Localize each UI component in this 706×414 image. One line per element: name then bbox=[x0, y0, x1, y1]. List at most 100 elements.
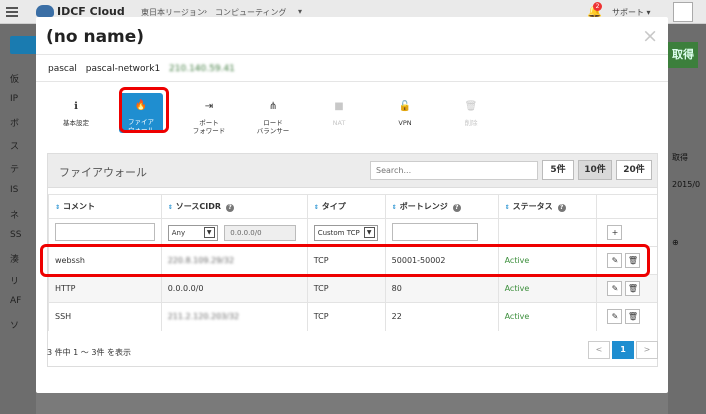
comment-input[interactable] bbox=[55, 222, 155, 241]
tool-nat: ■ NAT bbox=[314, 97, 364, 128]
stop-icon: ■ bbox=[334, 101, 344, 112]
cell-status: Active bbox=[497, 274, 597, 303]
sort-icon: ⇕ bbox=[391, 204, 397, 211]
cloud-logo-icon bbox=[36, 5, 54, 17]
info-icon: ℹ bbox=[74, 101, 78, 112]
column-actions bbox=[596, 194, 657, 219]
page-size-20[interactable]: 20件 bbox=[616, 160, 652, 180]
cell-type: TCP bbox=[306, 274, 386, 303]
cell-comment: SSH bbox=[48, 302, 162, 331]
page-size-5[interactable]: 5件 bbox=[542, 160, 574, 180]
sort-icon: ⇕ bbox=[55, 204, 61, 211]
cell-status: Active bbox=[497, 302, 597, 331]
tool-basic-settings[interactable]: ℹ 基本設定 bbox=[51, 97, 101, 128]
help-icon[interactable]: ? bbox=[226, 204, 234, 212]
type-select[interactable]: Custom TCP ▼ bbox=[313, 224, 378, 241]
tool-delete: 🗑 削除 bbox=[446, 97, 496, 128]
sidebar-item[interactable]: ネ bbox=[10, 208, 36, 221]
background-date: 2015/0 bbox=[672, 180, 701, 189]
breadcrumb-separator: › bbox=[204, 7, 208, 16]
port-range-input[interactable] bbox=[391, 222, 478, 241]
sidebar-item[interactable]: 湊 bbox=[10, 252, 36, 265]
table-header-row: ⇕ コメント ⇕ ソースCIDR? ⇕ タイプ ⇕ ポートレンジ? ⇕ ステータス? bbox=[48, 194, 657, 219]
tool-label: 削除 bbox=[464, 119, 478, 127]
sidebar-item[interactable]: IP bbox=[10, 94, 36, 104]
sitemap-icon: ⋔ bbox=[268, 101, 278, 112]
sidebar-item[interactable]: ボ bbox=[10, 116, 36, 129]
avatar[interactable] bbox=[673, 2, 693, 22]
page-size-10[interactable]: 10件 bbox=[578, 160, 612, 180]
column-status[interactable]: ⇕ ステータス? bbox=[497, 194, 597, 219]
column-port-range[interactable]: ⇕ ポートレンジ? bbox=[384, 194, 499, 219]
pager-next[interactable]: > bbox=[636, 341, 658, 359]
sidebar-item[interactable]: テ bbox=[10, 162, 36, 175]
cell-port-range: 80 bbox=[384, 274, 499, 303]
tool-port-forward[interactable]: ⇥ ポート フォワード bbox=[184, 97, 234, 136]
cell-source-cidr: 211.2.120.203/32 bbox=[160, 302, 308, 331]
trash-icon[interactable]: 🗑 bbox=[625, 281, 641, 296]
vm-name: pascal bbox=[48, 64, 77, 74]
notification-badge: 2 bbox=[593, 2, 602, 11]
table-row: HTTP 0.0.0.0/0 TCP 80 Active ✎ 🗑 bbox=[48, 274, 657, 303]
sort-icon: ⇕ bbox=[313, 204, 319, 211]
panel-title: ファイアウォール bbox=[59, 166, 147, 179]
tool-vpn[interactable]: 🔓 VPN bbox=[380, 97, 430, 128]
cell-source-cidr: 0.0.0.0/0 bbox=[160, 274, 308, 303]
tool-label: VPN bbox=[398, 119, 412, 127]
search-input[interactable] bbox=[370, 161, 538, 180]
sort-icon: ⇕ bbox=[504, 204, 510, 211]
sidebar-item[interactable]: SS bbox=[10, 230, 36, 240]
sidebar-item[interactable]: AF bbox=[10, 296, 36, 306]
column-source-cidr[interactable]: ⇕ ソースCIDR? bbox=[160, 194, 308, 219]
close-icon[interactable]: × bbox=[642, 25, 658, 47]
sidebar: 仮 IP ボ ス テ IS ネ SS 湊 リ AF ソ bbox=[0, 24, 38, 414]
table-summary: 3 件中 1 ～ 3件 を表示 bbox=[47, 348, 131, 357]
firewall-highlight bbox=[119, 87, 169, 133]
tool-label: ポート フォワード bbox=[192, 119, 226, 135]
trash-icon[interactable]: 🗑 bbox=[625, 309, 641, 325]
column-comment[interactable]: ⇕ コメント bbox=[48, 194, 162, 219]
ip-address: 210.140.59.41 bbox=[169, 64, 235, 74]
table-row: SSH 211.2.120.203/32 TCP 22 Active ✎ 🗑 bbox=[48, 302, 657, 331]
sort-icon: ⇕ bbox=[167, 204, 173, 211]
help-icon[interactable]: ? bbox=[452, 204, 461, 212]
tool-load-balancer[interactable]: ⋔ ロード バランサー bbox=[248, 97, 298, 136]
sidebar-item[interactable]: ソ bbox=[10, 318, 36, 331]
column-type[interactable]: ⇕ タイプ bbox=[306, 194, 386, 219]
divider bbox=[36, 81, 668, 82]
edit-icon[interactable]: ✎ bbox=[607, 309, 623, 325]
divider bbox=[36, 54, 668, 55]
cell-type: TCP bbox=[306, 302, 386, 331]
pager-current[interactable]: 1 bbox=[612, 341, 634, 359]
background-label: 取得 bbox=[672, 153, 688, 162]
vm-info: pascal pascal-network1 210.140.59.41 bbox=[48, 64, 241, 74]
firewall-modal: (no name) × pascal pascal-network1 210.1… bbox=[36, 17, 668, 393]
menu-icon[interactable] bbox=[6, 5, 18, 17]
network-name: pascal-network1 bbox=[85, 64, 161, 74]
sidebar-item[interactable]: リ bbox=[10, 274, 36, 287]
modal-title: (no name) bbox=[46, 27, 145, 47]
chevron-down-icon: ▼ bbox=[363, 226, 375, 238]
cidr-select[interactable]: Any ▼ bbox=[167, 224, 218, 241]
sign-in-icon: ⇥ bbox=[204, 101, 214, 112]
sidebar-item[interactable]: 仮 bbox=[10, 72, 36, 85]
tool-label: ロード バランサー bbox=[256, 119, 290, 135]
pager-prev[interactable]: < bbox=[588, 341, 610, 359]
acquire-button[interactable]: 取得 bbox=[668, 42, 698, 68]
edit-icon[interactable]: ✎ bbox=[607, 281, 623, 296]
unlock-icon: 🔓 bbox=[398, 101, 412, 112]
trash-icon: 🗑 bbox=[464, 101, 478, 112]
cell-port-range: 22 bbox=[384, 302, 499, 331]
chevron-down-icon: ▼ bbox=[203, 226, 215, 238]
help-icon[interactable]: ? bbox=[557, 204, 566, 212]
tool-label: NAT bbox=[332, 119, 346, 127]
plus-circle-icon[interactable]: ⊕ bbox=[672, 238, 679, 247]
row-highlight bbox=[40, 244, 650, 277]
sidebar-item[interactable]: IS bbox=[10, 185, 36, 195]
add-rule-button[interactable]: + bbox=[607, 225, 623, 240]
sidebar-item[interactable]: ス bbox=[10, 139, 36, 152]
sidebar-cloud-button[interactable] bbox=[10, 36, 38, 54]
background-content: 取得 取得 2015/0 ⊕ bbox=[668, 24, 706, 414]
panel-header: ファイアウォール 5件 10件 20件 bbox=[48, 154, 657, 188]
chevron-down-icon[interactable]: ▾ bbox=[298, 7, 302, 16]
